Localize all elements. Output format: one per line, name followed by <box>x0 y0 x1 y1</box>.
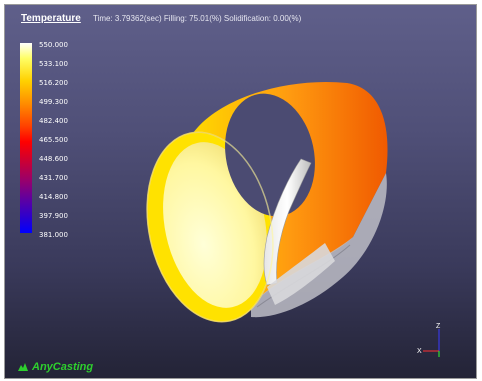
brand-name: AnyCasting <box>32 361 94 373</box>
viewport[interactable]: Temperature Time: 3.79362(sec) Filling: … <box>4 4 477 379</box>
casting-model[interactable] <box>5 5 476 378</box>
x-axis-label: X <box>417 348 422 355</box>
axis-triad: Z X <box>417 323 441 357</box>
z-axis-label: Z <box>436 323 441 330</box>
brand-logo: AnyCasting <box>17 361 93 373</box>
anycasting-icon <box>18 363 28 371</box>
